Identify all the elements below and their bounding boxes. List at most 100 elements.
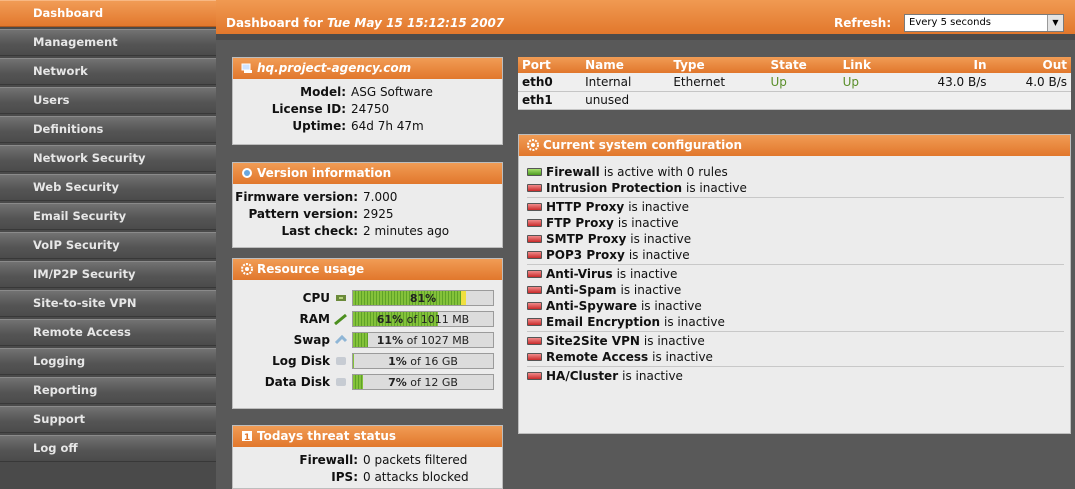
resource-bar-text: 81% (353, 292, 493, 305)
table-cell-state: Up (766, 73, 839, 92)
version-panel-header: Version information (233, 163, 502, 184)
sidebar-item-web-security[interactable]: Web Security (0, 174, 216, 201)
config-item-name: Anti-Virus (546, 267, 613, 281)
pattern-label: Pattern version: (248, 207, 358, 221)
config-item-status: is inactive (630, 232, 692, 246)
dashboard-app: Dashboard Management Network Users Definitio… (0, 0, 1075, 489)
resource-label: Swap (293, 332, 330, 347)
config-item-site2site-vpn: Site2Site VPN is inactive (519, 333, 1070, 349)
config-item-anti-spam: Anti-Spam is inactive (519, 282, 1070, 298)
firmware-value: 7.000 (363, 190, 398, 204)
resource-panel-header: Resource usage (233, 259, 502, 280)
sidebar-item-definitions[interactable]: Definitions (0, 116, 216, 143)
sidebar-item-support[interactable]: Support (0, 406, 216, 433)
swap-icon (333, 333, 349, 347)
svg-text:1: 1 (244, 433, 250, 442)
table-cell-type: Ethernet (669, 73, 767, 92)
resource-list: CPU 81% RAM 61% of 1011 MB Swap 11% of 1027 M… (233, 280, 502, 392)
page-title: Dashboard for Tue May 15 15:12:15 2007 (226, 16, 504, 30)
resource-total: of 1011 MB (403, 312, 470, 326)
resource-bar: 81% (352, 289, 494, 306)
threat-panel-header: 1 Todays threat status (233, 426, 502, 447)
config-item-name: Intrusion Protection (546, 181, 683, 195)
divider (527, 366, 1064, 367)
title-prefix: Dashboard for (226, 16, 323, 30)
config-item-pop3-proxy: POP3 Proxy is inactive (519, 247, 1070, 263)
resource-percent: 11% (376, 333, 404, 347)
table-row: eth0 Internal Ethernet Up Up 43.0 B/s 4.0 B/s (518, 73, 1071, 92)
config-item-email-encryption: Email Encryption is inactive (519, 314, 1070, 330)
table-cell-in: 43.0 B/s (897, 73, 991, 92)
sidebar-item-email-security[interactable]: Email Security (0, 203, 216, 230)
data-disk-icon (333, 375, 349, 389)
config-item-name: Anti-Spyware (546, 299, 637, 313)
status-off-icon (527, 337, 542, 345)
config-item-status: is inactive (643, 334, 705, 348)
column-header-link: Link (838, 57, 898, 73)
sidebar-item-voip-security[interactable]: VoIP Security (0, 232, 216, 259)
resource-label: Data Disk (264, 374, 330, 389)
sidebar-item-logging[interactable]: Logging (0, 348, 216, 375)
status-off-icon (527, 318, 542, 326)
lastcheck-label: Last check: (281, 224, 359, 238)
threat-ips-value: 0 attacks blocked (363, 470, 469, 484)
resource-label: CPU (302, 290, 330, 305)
config-item-status: is inactive (616, 267, 678, 281)
status-off-icon (527, 286, 542, 294)
lastcheck-value: 2 minutes ago (363, 224, 450, 238)
host-icon (241, 62, 253, 74)
host-panel: hq.project-agency.com Model: ASG Software… (232, 57, 503, 145)
resource-row-ram: RAM 61% of 1011 MB (233, 308, 502, 329)
resource-panel: Resource usage CPU 81% RAM 61% of 1011 MB Sw… (232, 258, 503, 409)
config-item-ftp-proxy: FTP Proxy is inactive (519, 215, 1070, 231)
config-item-ha-cluster: HA/Cluster is inactive (519, 368, 1070, 384)
threat-ips-label: IPS: (331, 470, 358, 484)
config-item-name: HA/Cluster (546, 369, 619, 383)
sidebar-item-users[interactable]: Users (0, 87, 216, 114)
sidebar-item-reporting[interactable]: Reporting (0, 377, 216, 404)
config-item-intrusion-protection: Intrusion Protection is inactive (519, 180, 1070, 196)
resource-label: RAM (299, 311, 330, 326)
sidebar-item-im-p2p-security[interactable]: IM/P2P Security (0, 261, 216, 288)
resource-bar-text: 61% of 1011 MB (353, 313, 493, 326)
config-item-remote-access: Remote Access is inactive (519, 349, 1070, 365)
divider (527, 331, 1064, 332)
chevron-down-icon[interactable]: ▼ (1047, 15, 1063, 31)
config-item-smtp-proxy: SMTP Proxy is inactive (519, 231, 1070, 247)
title-date: Tue May 15 15:12:15 2007 (326, 16, 505, 30)
resource-row-cpu: CPU 81% (233, 287, 502, 308)
status-off-icon (527, 372, 542, 380)
status-off-icon (527, 353, 542, 361)
sidebar-item-network-security[interactable]: Network Security (0, 145, 216, 172)
table-row: eth1 unused (518, 91, 1071, 110)
sidebar-item-dashboard[interactable]: Dashboard (0, 0, 216, 27)
resource-bar-text: 11% of 1027 MB (353, 334, 493, 347)
sidebar-item-log-off[interactable]: Log off (0, 435, 216, 462)
config-panel: Current system configuration Firewall is … (518, 134, 1071, 434)
config-item-name: SMTP Proxy (546, 232, 627, 246)
resource-percent: 61% (376, 312, 404, 326)
config-item-status: is inactive (622, 369, 683, 383)
column-header-state: State (766, 57, 839, 73)
resource-total: of 12 GB (406, 375, 458, 389)
sidebar-item-site-to-site-vpn[interactable]: Site-to-site VPN (0, 290, 216, 317)
cpu-icon (333, 291, 349, 305)
table-cell-out (990, 91, 1071, 110)
refresh-select[interactable]: Every 5 seconds ▼ (904, 14, 1064, 32)
column-header-type: Type (669, 57, 767, 73)
gear-icon (241, 263, 253, 275)
resource-row-log-disk: Log Disk 1% of 16 GB (233, 350, 502, 371)
table-cell-port: eth0 (518, 73, 582, 92)
sidebar-item-management[interactable]: Management (0, 29, 216, 56)
column-header-port: Port (518, 57, 582, 73)
sidebar-item-network[interactable]: Network (0, 58, 216, 85)
resource-bar: 7% of 12 GB (352, 373, 494, 390)
top-bar: Dashboard for Tue May 15 15:12:15 2007 R… (216, 0, 1075, 40)
uptime-label: Uptime: (292, 119, 346, 133)
gear-icon (527, 139, 539, 151)
threat-panel: 1 Todays threat status Firewall: 0 packet… (232, 425, 503, 489)
sidebar-nav: Dashboard Management Network Users Definitio… (0, 0, 216, 489)
config-item-name: Site2Site VPN (546, 334, 640, 348)
sidebar-item-remote-access[interactable]: Remote Access (0, 319, 216, 346)
resource-total: of 16 GB (406, 354, 458, 368)
